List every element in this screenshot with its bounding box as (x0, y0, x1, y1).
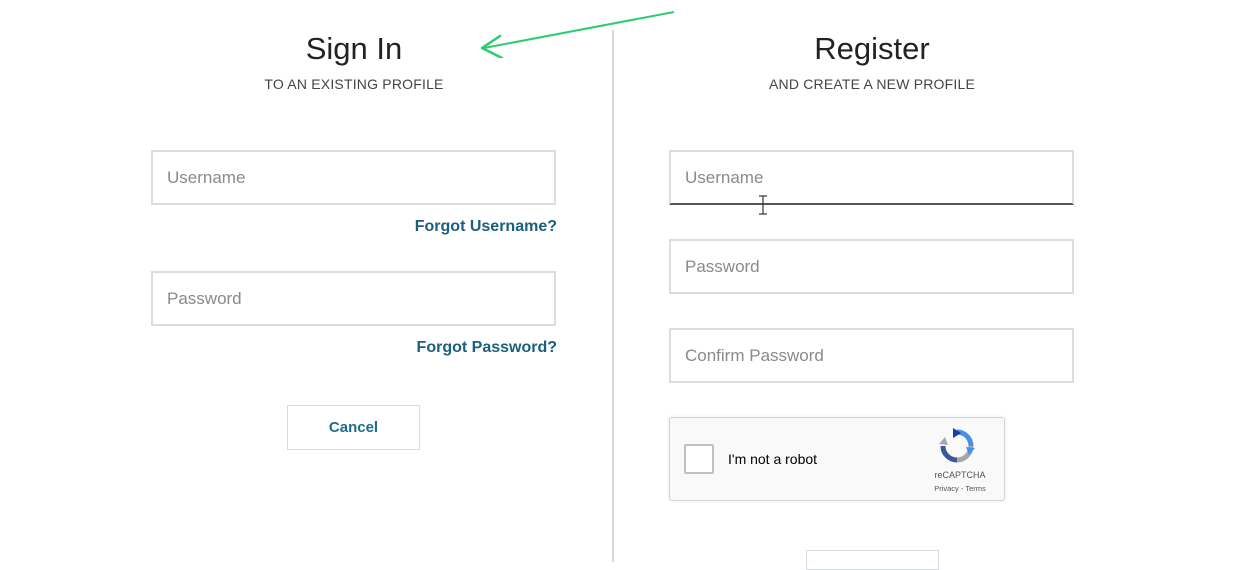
text-cursor-icon (759, 195, 767, 215)
signin-password-input[interactable] (151, 271, 556, 326)
cancel-button[interactable]: Cancel (287, 405, 420, 450)
recaptcha-logo-icon (939, 428, 975, 463)
register-username-input[interactable] (669, 150, 1074, 205)
column-divider (612, 30, 614, 562)
signin-subtitle: TO AN EXISTING PROFILE (264, 76, 444, 92)
register-title: Register (814, 31, 930, 66)
register-password-input[interactable] (669, 239, 1074, 294)
register-submit-button[interactable] (806, 550, 939, 570)
recaptcha-brand: reCAPTCHA (934, 470, 986, 480)
register-subtitle: AND CREATE A NEW PROFILE (768, 76, 976, 92)
recaptcha-checkbox[interactable] (684, 444, 714, 474)
forgot-username-link[interactable]: Forgot Username? (357, 219, 557, 235)
annotation-arrow-icon (480, 11, 675, 58)
signin-title: Sign In (305, 31, 403, 66)
signin-username-input[interactable] (151, 150, 556, 205)
register-confirm-password-input[interactable] (669, 328, 1074, 383)
forgot-password-link[interactable]: Forgot Password? (357, 340, 557, 356)
recaptcha-terms[interactable]: Privacy - Terms (924, 485, 996, 493)
recaptcha-widget: I'm not a robot reCAPTCHA Privacy - Term… (669, 417, 1005, 501)
recaptcha-label: I'm not a robot (728, 451, 818, 467)
